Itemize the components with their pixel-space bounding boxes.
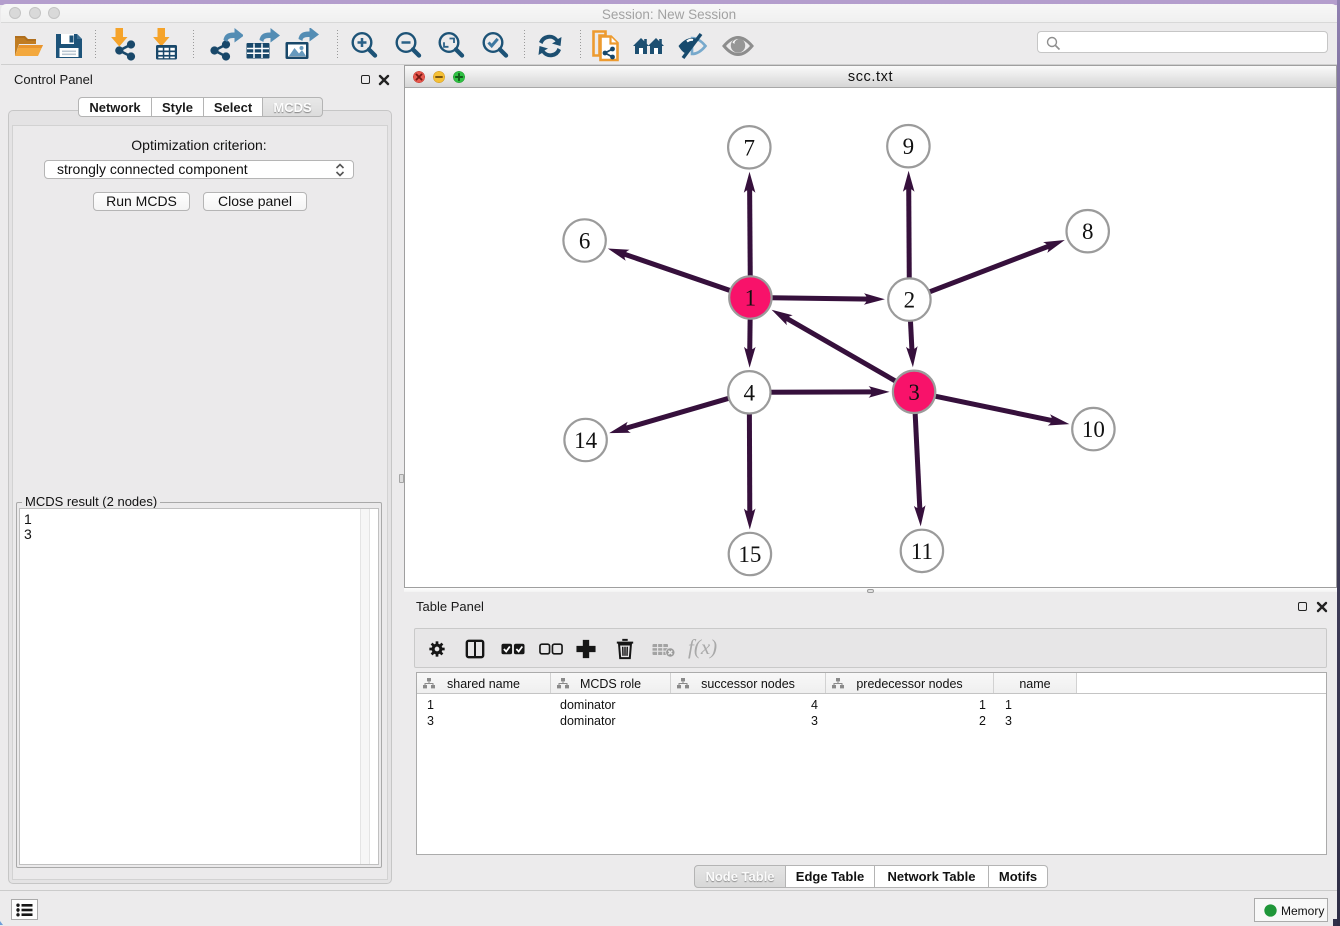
svg-text:9: 9 — [903, 134, 915, 159]
svg-text:8: 8 — [1082, 219, 1094, 244]
svg-text:11: 11 — [911, 539, 933, 564]
svg-text:3: 3 — [908, 380, 920, 405]
svg-text:15: 15 — [738, 542, 761, 567]
svg-text:1: 1 — [745, 286, 757, 311]
svg-text:4: 4 — [744, 380, 756, 405]
svg-text:14: 14 — [574, 428, 598, 453]
svg-text:7: 7 — [744, 135, 756, 160]
svg-text:10: 10 — [1082, 417, 1105, 442]
svg-text:6: 6 — [579, 229, 591, 254]
svg-text:2: 2 — [904, 288, 916, 313]
